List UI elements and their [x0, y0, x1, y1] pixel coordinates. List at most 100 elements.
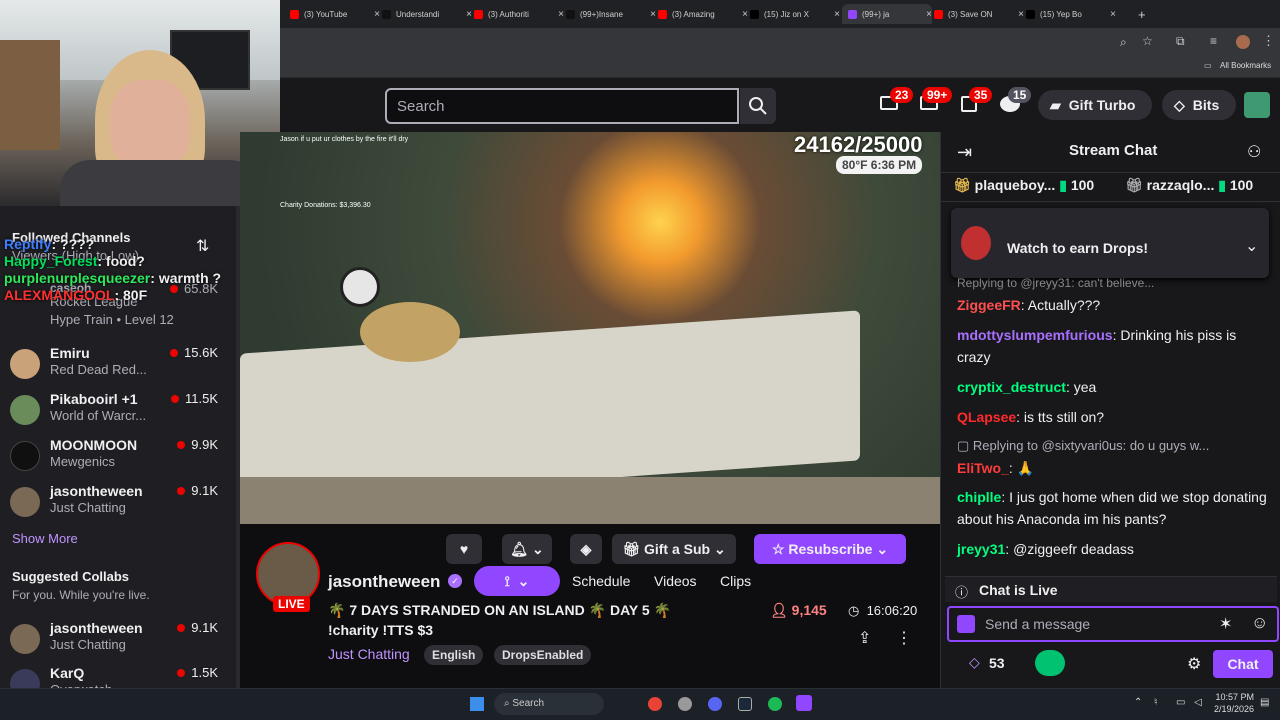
emote-icon[interactable]: ☺ [1251, 613, 1268, 633]
replying-partial: Replying to @jreyy31: can't believe... [957, 276, 1155, 290]
overlay-bubble-text: Jason if u put ur clothes by the fire it… [280, 136, 409, 143]
video-straw-hat [360, 302, 460, 362]
search-button[interactable] [740, 88, 776, 124]
browser-tab[interactable]: Understandi × [382, 4, 472, 24]
reply-indicator: ▢ Replying to @sixtyvari0us: do u guys w… [957, 438, 1210, 453]
gift-sub-button[interactable]: 🎁︎ Gift a Sub ⌄ [612, 534, 736, 564]
channel-game: Mewgenics [50, 454, 116, 469]
collab-channel-jasontheween[interactable]: jasontheween Just Chatting 9.1K [0, 617, 240, 661]
collapse-chat-icon[interactable]: ⇥ [957, 142, 972, 163]
browser-tab[interactable]: (15) Yep Bo × [1026, 4, 1116, 24]
browser-tab[interactable]: (3) YouTube × [290, 4, 380, 24]
share-icon[interactable]: ⇪ [858, 628, 871, 648]
chevron-down-icon[interactable]: ⌄ [1245, 236, 1258, 256]
community-icon[interactable]: ⚇ [1247, 142, 1261, 162]
tab-label: (3) Authoriti [488, 9, 529, 19]
close-icon[interactable]: × [374, 9, 380, 20]
drops-banner[interactable]: Watch to earn Drops! ⌄ [951, 208, 1269, 278]
all-bookmarks-link[interactable]: All Bookmarks [1220, 61, 1271, 70]
obs-icon[interactable] [796, 695, 812, 711]
mic-icon[interactable]: ♮ [1154, 697, 1158, 708]
chat-send-button[interactable]: Chat [1213, 650, 1273, 678]
info-icon: ⓘ [955, 585, 969, 600]
settings-gear-icon[interactable]: ⚙ [1187, 654, 1201, 674]
close-icon[interactable]: × [1110, 9, 1116, 20]
network-icon[interactable]: ▭ [1176, 697, 1185, 708]
search-input[interactable]: Search [385, 88, 739, 124]
profile-avatar[interactable] [1236, 35, 1250, 49]
viewer-count: 15.6K [170, 345, 218, 360]
channel-name: jasontheween [50, 483, 143, 499]
zoom-icon[interactable]: ⌕ [1120, 35, 1127, 50]
close-icon[interactable]: × [466, 9, 472, 20]
extensions-icon[interactable]: ⧉ [1176, 34, 1185, 49]
tab-label: (15) Yep Bo [1040, 9, 1082, 19]
chrome-icon[interactable] [648, 697, 662, 711]
spotify-icon[interactable] [768, 697, 782, 711]
new-tab-icon[interactable]: + [1138, 4, 1146, 24]
sidebar-channel-jasontheween[interactable]: jasontheween Just Chatting 9.1K [0, 480, 240, 524]
notifications-button[interactable]: 🔔︎ ⌄ [502, 534, 552, 564]
gift-turbo-button[interactable]: ▰ Gift Turbo [1038, 90, 1152, 120]
browser-tab[interactable]: (15) Jiz on X × [750, 4, 840, 24]
user-avatar[interactable] [1244, 92, 1270, 118]
video-player[interactable]: Jason if u put ur clothes by the fire it… [240, 132, 940, 524]
reading-list-icon[interactable]: ≡ [1210, 34, 1217, 48]
tab-label: (99+) ja [862, 9, 890, 19]
chat-message: cryptix_destruct: yea [957, 379, 1097, 395]
gifter-1[interactable]: 🎁︎ plaqueboy... ▮ 100 [953, 177, 1094, 194]
chat-input[interactable]: Send a message ✶ ☺ [947, 606, 1279, 642]
close-icon[interactable]: × [650, 9, 656, 20]
bits-cheer-button[interactable]: ◈ [570, 534, 602, 564]
overlay-chat: Reptify: ???? Happy_Forest: food? purple… [4, 236, 221, 304]
chat-message: mdottyslumpemfurious: Drinking his piss … [957, 327, 1237, 365]
bookmark-star-icon[interactable]: ☆ [1142, 34, 1153, 48]
browser-tab[interactable]: (3) Authoriti × [474, 4, 564, 24]
more-options-icon[interactable]: ⋮ [896, 628, 912, 648]
sidebar-channel-emiru[interactable]: Emiru Red Dead Red... 15.6K [0, 342, 240, 386]
close-icon[interactable]: × [742, 9, 748, 20]
sidebar-channel-moonmoon[interactable]: MOONMOON Mewgenics 9.9K [0, 434, 240, 478]
tray-chevron-icon[interactable]: ⌃ [1134, 697, 1142, 708]
chat-live-bar: ⓘ Chat is Live [945, 576, 1277, 602]
tab-clips[interactable]: Clips [720, 573, 751, 589]
show-more-link[interactable]: Show More [12, 531, 78, 546]
whispers-badge: 35 [969, 87, 993, 103]
browser-menu-icon[interactable]: ⋮ [1262, 33, 1275, 49]
tab-videos[interactable]: Videos [654, 573, 697, 589]
tag-dropsenabled[interactable]: DropsEnabled [494, 645, 592, 665]
close-icon[interactable]: × [926, 9, 932, 20]
volume-icon[interactable]: ◁ [1194, 697, 1202, 708]
follow-heart-button[interactable]: ♥ [446, 534, 482, 564]
close-icon[interactable]: × [558, 9, 564, 20]
taskbar-search[interactable]: ⌕ Search [494, 693, 604, 715]
bits-button[interactable]: ◇ Bits [1162, 90, 1236, 120]
browser-tab[interactable]: (3) Amazing × [658, 4, 748, 24]
channel-points-icon[interactable]: ◇ [969, 654, 980, 671]
discord-icon[interactable] [708, 697, 722, 711]
category-link[interactable]: Just Chatting [328, 646, 410, 662]
windows-start-icon[interactable] [470, 697, 484, 711]
browser-tab[interactable]: (99+)Insane × [566, 4, 656, 24]
sidebar-channel-pikaboo[interactable]: Pikaboo​irl +1 World of Warcr... 11.5K [0, 388, 240, 432]
prediction-icon[interactable] [1035, 650, 1065, 676]
follow-notification-button[interactable]: ⟟ ⌄ [474, 566, 560, 596]
sidebar-hype-train[interactable]: Hype Train • Level 12 [0, 312, 240, 332]
tag-english[interactable]: English [424, 645, 484, 665]
notification-icon[interactable]: ▤ [1260, 697, 1269, 708]
channel-name[interactable]: jasontheween [328, 572, 440, 592]
steam-icon[interactable] [738, 697, 752, 711]
chat-input-placeholder: Send a message [985, 616, 1091, 632]
sparkle-icon[interactable]: ✶ [1219, 614, 1232, 634]
app-icon[interactable] [678, 697, 692, 711]
resubscribe-button[interactable]: ☆ Resubscribe ⌄ [754, 534, 906, 564]
tab-schedule[interactable]: Schedule [572, 573, 630, 589]
close-icon[interactable]: × [1018, 9, 1024, 20]
browser-tab[interactable]: (99+) ja × [842, 4, 932, 24]
chat-message: chiplle: I jus got home when did we stop… [957, 489, 1267, 527]
gifter-2[interactable]: 🎁︎ razzaqlo... ▮ 100 [1125, 177, 1253, 194]
channel-name: Emiru [50, 345, 90, 361]
close-icon[interactable]: × [834, 9, 840, 20]
folder-icon: ▭ [1204, 61, 1212, 70]
browser-tab[interactable]: (3) Save ON × [934, 4, 1024, 24]
